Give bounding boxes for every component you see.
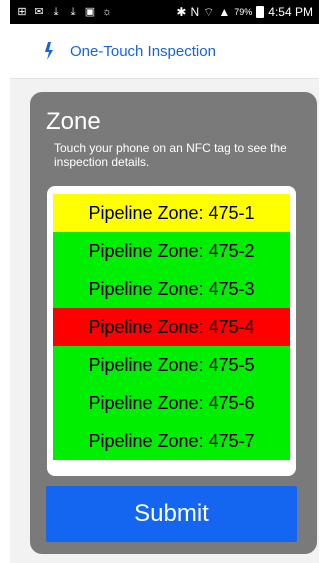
pipeline-logo-icon xyxy=(45,42,53,60)
battery-percent: 79% xyxy=(234,7,253,17)
wifi-icon: ⌔ xyxy=(203,4,215,19)
list-item[interactable]: Pipeline Zone: 475-2 xyxy=(53,232,290,270)
signal-icon: ▲ xyxy=(218,5,231,19)
notification-icons: ⊞ ✉ ⤓ ⤓ ▣ ☼ xyxy=(16,6,113,18)
bluetooth-icon: ✱ xyxy=(176,5,187,19)
list-item[interactable]: Pipeline Zone: 475-3 xyxy=(53,270,290,308)
zone-list: Pipeline Zone: 475-1 Pipeline Zone: 475-2… xyxy=(53,194,290,460)
zone-description: Touch your phone on an NFC tag to see th… xyxy=(54,141,287,169)
nfc-icon: N xyxy=(190,5,200,19)
app-header: One-Touch Inspection xyxy=(10,24,319,79)
status-bar: ⊞ ✉ ⤓ ⤓ ▣ ☼ ✱ N ⌔ ▲ 79% 4:54 PM xyxy=(10,0,319,24)
submit-button[interactable]: Submit xyxy=(46,486,297,542)
weather-icon: ☼ xyxy=(101,6,113,18)
battery-icon xyxy=(256,6,265,18)
mail-icon: ✉ xyxy=(34,6,44,18)
download-icon: ⤓ xyxy=(53,6,59,18)
status-time: 4:54 PM xyxy=(268,5,313,19)
download-icon: ⤓ xyxy=(70,6,76,18)
list-item[interactable]: Pipeline Zone: 475-6 xyxy=(53,384,290,422)
system-icons: ✱ N ⌔ ▲ 79% 4:54 PM xyxy=(176,5,313,20)
list-item[interactable]: Pipeline Zone: 475-7 xyxy=(53,422,290,460)
zone-list-container: Pipeline Zone: 475-1 Pipeline Zone: 475-2… xyxy=(47,186,296,476)
zone-card: Zone Touch your phone on an NFC tag to s… xyxy=(30,92,317,554)
plus-icon: ⊞ xyxy=(17,6,27,18)
gallery-icon: ▣ xyxy=(84,6,96,18)
list-item[interactable]: Pipeline Zone: 475-1 xyxy=(53,194,290,232)
app-title: One-Touch Inspection xyxy=(70,42,216,60)
zone-title: Zone xyxy=(46,108,101,135)
list-item[interactable]: Pipeline Zone: 475-4 xyxy=(53,308,290,346)
list-item[interactable]: Pipeline Zone: 475-5 xyxy=(53,346,290,384)
